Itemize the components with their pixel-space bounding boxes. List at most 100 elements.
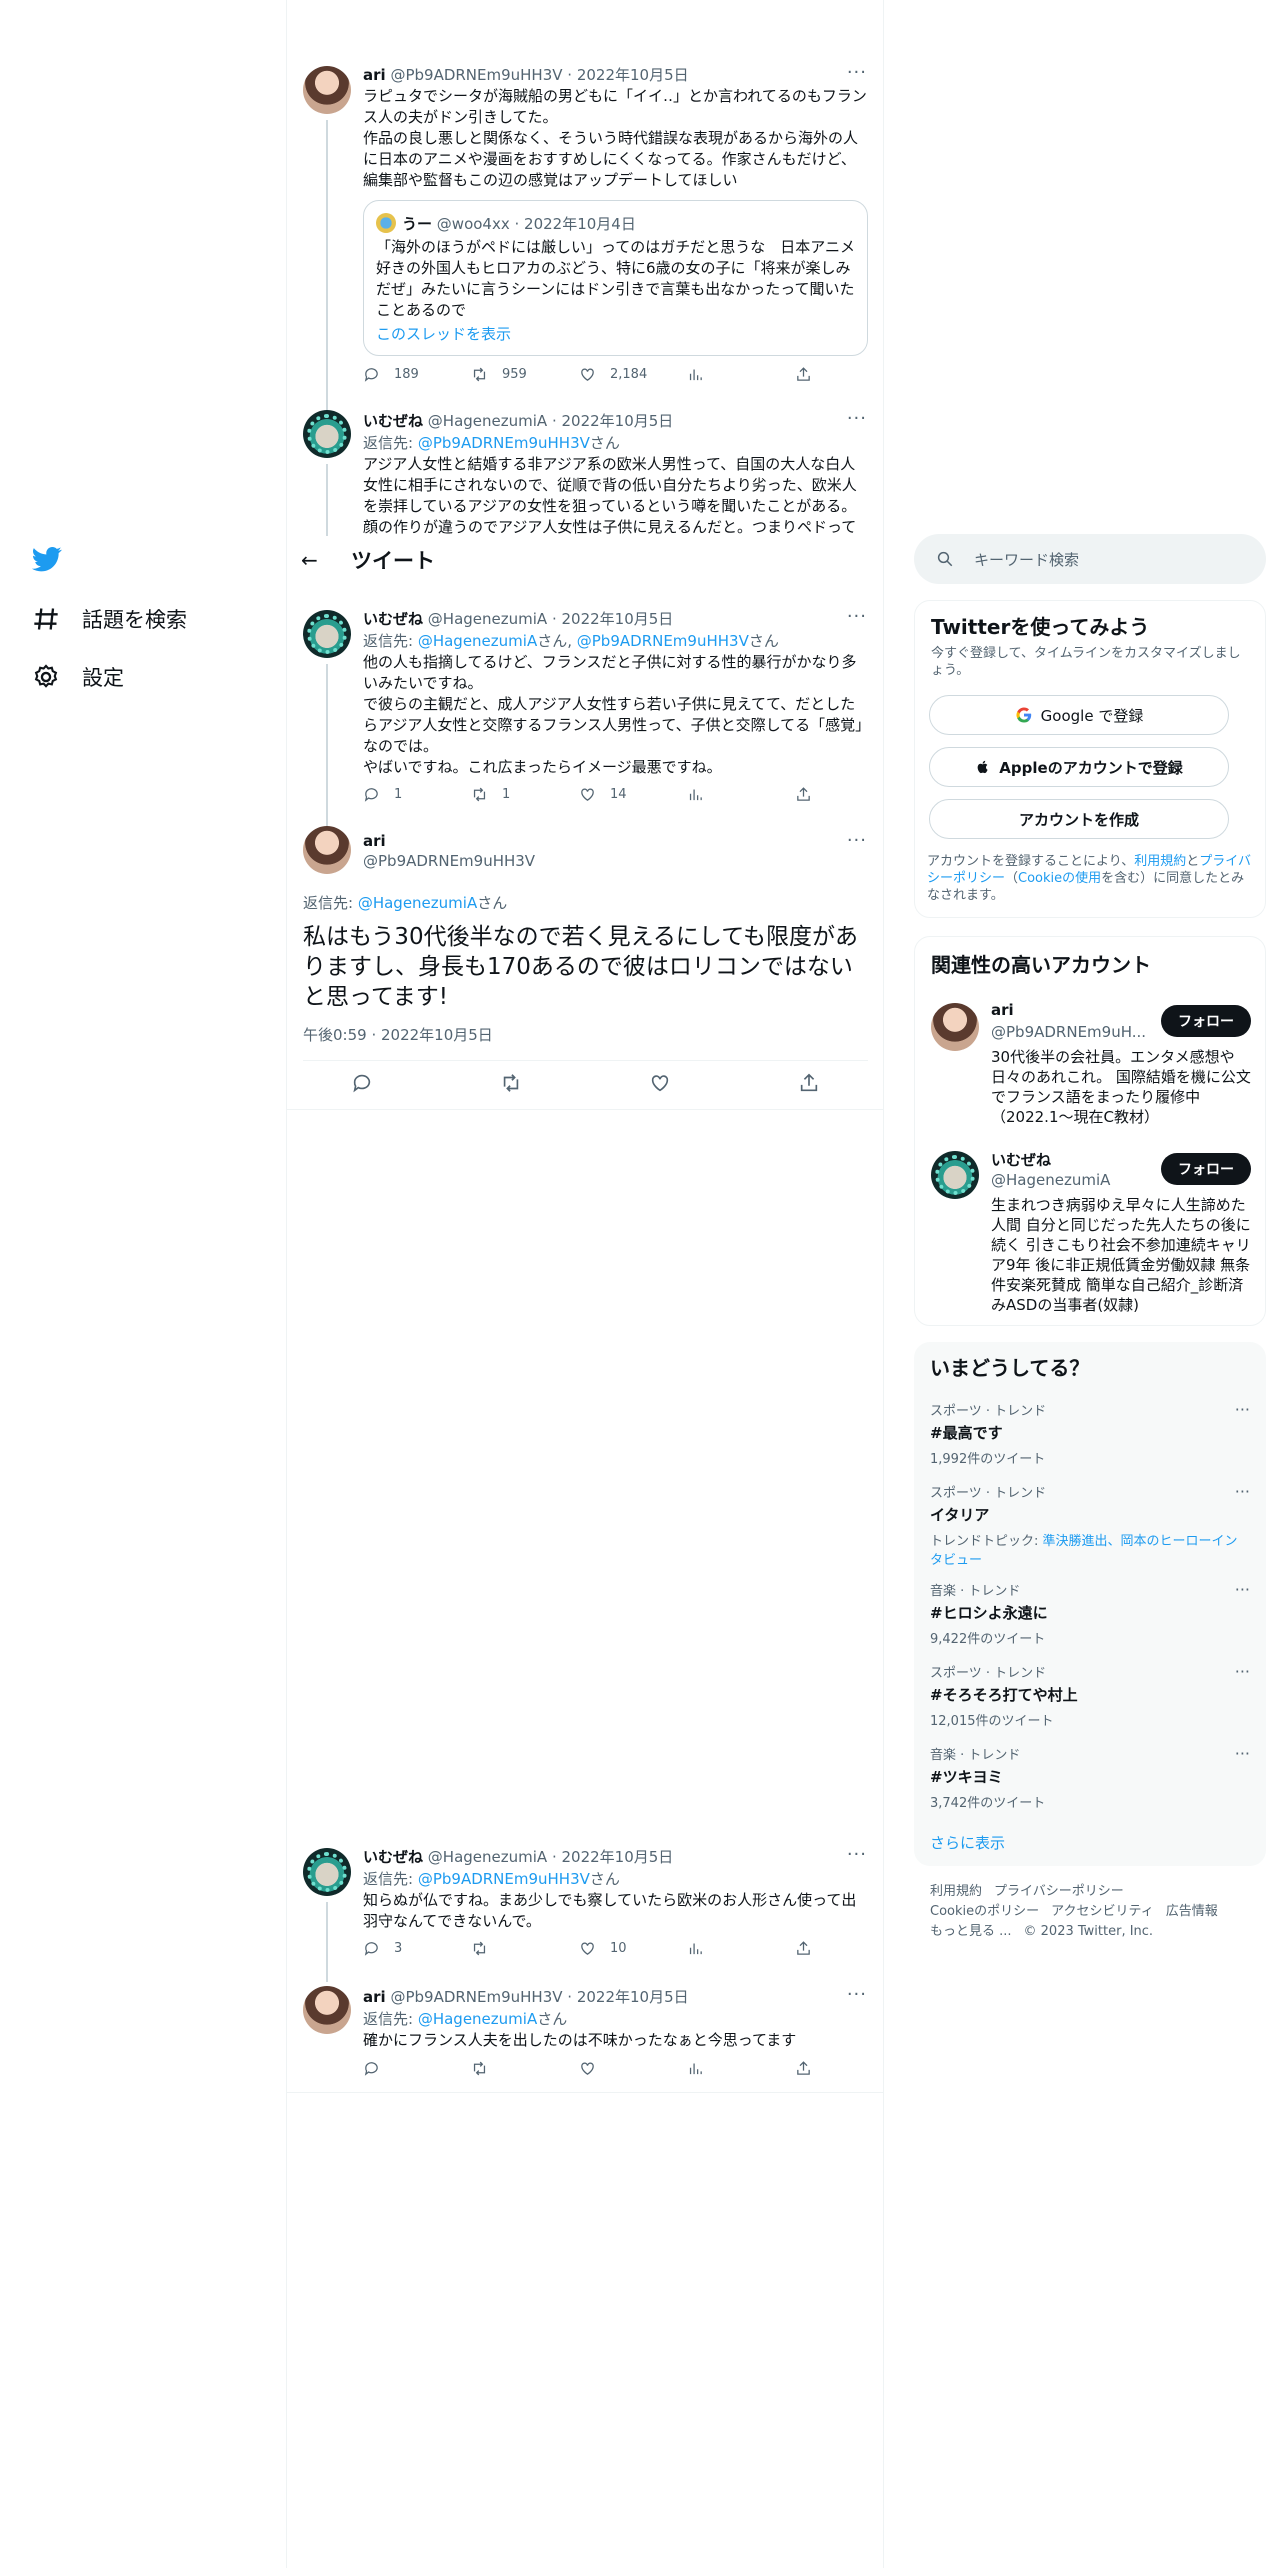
author-name[interactable]: ari bbox=[363, 832, 386, 850]
account-handle[interactable]: @Pb9ADRNEm9uH... bbox=[991, 1023, 1146, 1041]
avatar[interactable] bbox=[303, 66, 351, 114]
reply-icon[interactable] bbox=[351, 1072, 373, 1094]
create-account-button[interactable]: アカウントを作成 bbox=[929, 799, 1229, 839]
reply-button[interactable]: 3 bbox=[363, 1940, 471, 1957]
apple-signup-button[interactable]: Appleのアカウントで登録 bbox=[929, 747, 1229, 787]
author-name[interactable]: いむぜね bbox=[363, 412, 423, 430]
like-button[interactable] bbox=[579, 2060, 687, 2077]
more-icon[interactable]: ··· bbox=[1235, 1580, 1250, 1599]
back-arrow-icon[interactable]: ← bbox=[301, 548, 351, 572]
retweet-button[interactable]: 959 bbox=[471, 366, 579, 383]
show-more-link[interactable]: さらに表示 bbox=[930, 1832, 1005, 1853]
search-input[interactable]: キーワード検索 bbox=[974, 549, 1079, 570]
more-icon[interactable]: ··· bbox=[847, 62, 867, 83]
footer-privacy-link[interactable]: プライバシーポリシー bbox=[994, 1884, 1124, 1899]
avatar[interactable] bbox=[303, 610, 351, 658]
google-signup-button[interactable]: Google で登録 bbox=[929, 695, 1229, 735]
more-icon[interactable]: ··· bbox=[847, 1844, 867, 1865]
cookie-link[interactable]: Cookieの使用 bbox=[1018, 871, 1101, 886]
retweet-button[interactable]: 1 bbox=[471, 786, 579, 803]
footer-cookie-link[interactable]: Cookieのポリシー bbox=[930, 1904, 1039, 1919]
author-handle-date[interactable]: @Pb9ADRNEm9uHH3V · 2022年10月5日 bbox=[390, 66, 688, 84]
show-thread-link[interactable]: このスレッドを表示 bbox=[376, 323, 511, 344]
reply-to-link[interactable]: @HagenezumiA bbox=[418, 632, 537, 650]
reply-to-link[interactable]: @Pb9ADRNEm9uHH3V bbox=[418, 1870, 590, 1888]
more-icon[interactable]: ··· bbox=[1235, 1482, 1250, 1501]
trend-item[interactable]: スポーツ · トレンド #そろそろ打てや村上 12,015件のツイート ··· bbox=[930, 1662, 1250, 1729]
retweet-button[interactable] bbox=[471, 2060, 579, 2077]
reply-to-link[interactable]: @Pb9ADRNEm9uHH3V bbox=[577, 632, 749, 650]
share-icon[interactable] bbox=[798, 1072, 820, 1094]
account-item[interactable]: ari @Pb9ADRNEm9uH... フォロー 30代後半の会社員。エンタメ… bbox=[915, 995, 1267, 1145]
author-handle-date[interactable]: @Pb9ADRNEm9uHH3V · 2022年10月5日 bbox=[390, 1988, 688, 2006]
account-name[interactable]: ari bbox=[991, 1001, 1014, 1019]
nav-settings[interactable]: 設定 bbox=[32, 662, 124, 692]
avatar[interactable] bbox=[303, 826, 351, 874]
footer-accessibility-link[interactable]: アクセシビリティ bbox=[1051, 1904, 1154, 1919]
reply-to-link[interactable]: @Pb9ADRNEm9uHH3V bbox=[418, 434, 590, 452]
more-icon[interactable]: ··· bbox=[847, 408, 867, 429]
heart-icon[interactable] bbox=[649, 1072, 671, 1094]
avatar[interactable] bbox=[303, 1848, 351, 1896]
reply-to-link[interactable]: @HagenezumiA bbox=[418, 2010, 537, 2028]
tweet-item[interactable]: いむぜね @HagenezumiA · 2022年10月5日 ··· 返信先: … bbox=[287, 404, 883, 536]
share-button[interactable] bbox=[795, 366, 903, 383]
account-item[interactable]: いむぜね @HagenezumiA フォロー 生まれつき病弱ゆえ早々に人生諦めた… bbox=[915, 1143, 1267, 1323]
trend-item[interactable]: スポーツ · トレンド イタリア トレンドトピック: 準決勝進出、岡本のヒーロー… bbox=[930, 1482, 1250, 1568]
tweet-item[interactable]: いむぜね @HagenezumiA · 2022年10月5日 ··· 返信先: … bbox=[287, 604, 883, 834]
avatar[interactable] bbox=[931, 1151, 979, 1199]
author-handle-date[interactable]: @HagenezumiA · 2022年10月5日 bbox=[428, 412, 674, 430]
avatar[interactable] bbox=[303, 410, 351, 458]
author-name[interactable]: ari bbox=[363, 1988, 386, 2006]
follow-button[interactable]: フォロー bbox=[1161, 1005, 1251, 1037]
share-button[interactable] bbox=[795, 2060, 903, 2077]
search-box[interactable]: キーワード検索 bbox=[914, 534, 1266, 584]
views-button[interactable] bbox=[687, 366, 795, 383]
more-icon[interactable]: ··· bbox=[1235, 1744, 1250, 1763]
like-button[interactable]: 10 bbox=[579, 1940, 687, 1957]
trend-item[interactable]: 音楽 · トレンド #ツキヨミ 3,742件のツイート ··· bbox=[930, 1744, 1250, 1811]
terms-link[interactable]: 利用規約 bbox=[1134, 854, 1186, 869]
author-handle[interactable]: @Pb9ADRNEm9uHH3V bbox=[363, 852, 535, 870]
views-button[interactable] bbox=[687, 1940, 795, 1957]
tweet-timestamp[interactable]: 午後0:59 · 2022年10月5日 bbox=[303, 1024, 493, 1045]
share-button[interactable] bbox=[795, 1940, 903, 1957]
avatar[interactable] bbox=[931, 1003, 979, 1051]
nav-explore[interactable]: 話題を検索 bbox=[32, 604, 187, 634]
author-name[interactable]: ari bbox=[363, 66, 386, 84]
like-button[interactable]: 14 bbox=[579, 786, 687, 803]
trend-item[interactable]: スポーツ · トレンド #最高です 1,992件のツイート ··· bbox=[930, 1400, 1250, 1467]
reply-to-link[interactable]: @HagenezumiA bbox=[358, 894, 477, 912]
avatar[interactable] bbox=[303, 1986, 351, 2034]
views-button[interactable] bbox=[687, 2060, 795, 2077]
footer-more-link[interactable]: もっと見る ... bbox=[930, 1924, 1012, 1939]
like-button[interactable]: 2,184 bbox=[579, 366, 687, 383]
retweet-icon[interactable] bbox=[500, 1072, 522, 1094]
author-name[interactable]: いむぜね bbox=[363, 610, 423, 628]
views-button[interactable] bbox=[687, 786, 795, 803]
footer-ads-link[interactable]: 広告情報 bbox=[1166, 1904, 1218, 1919]
author-handle-date[interactable]: @HagenezumiA · 2022年10月5日 bbox=[428, 1848, 674, 1866]
quote-tweet[interactable]: うー @woo4xx · 2022年10月4日 「海外のほうがペドには厳しい」っ… bbox=[363, 200, 868, 356]
more-icon[interactable]: ··· bbox=[847, 1984, 867, 2005]
account-name[interactable]: いむぜね bbox=[991, 1149, 1051, 1170]
reply-button[interactable] bbox=[363, 2060, 471, 2077]
tweet-item[interactable]: ari @Pb9ADRNEm9uHH3V · 2022年10月5日 ··· 返信… bbox=[287, 1982, 883, 2094]
more-icon[interactable]: ··· bbox=[847, 606, 867, 627]
trend-item[interactable]: 音楽 · トレンド #ヒロシよ永遠に 9,422件のツイート ··· bbox=[930, 1580, 1250, 1647]
tweet-item[interactable]: ari @Pb9ADRNEm9uHH3V · 2022年10月5日 ··· ラピ… bbox=[287, 60, 883, 410]
more-icon[interactable]: ··· bbox=[847, 830, 867, 851]
share-button[interactable] bbox=[795, 786, 903, 803]
author-handle-date[interactable]: @HagenezumiA · 2022年10月5日 bbox=[428, 610, 674, 628]
account-handle[interactable]: @HagenezumiA bbox=[991, 1171, 1110, 1189]
more-icon[interactable]: ··· bbox=[1235, 1662, 1250, 1681]
reply-button[interactable]: 1 bbox=[363, 786, 471, 803]
footer-terms-link[interactable]: 利用規約 bbox=[930, 1884, 982, 1899]
follow-button[interactable]: フォロー bbox=[1161, 1153, 1251, 1185]
tweet-item[interactable]: いむぜね @HagenezumiA · 2022年10月5日 ··· 返信先: … bbox=[287, 1842, 883, 1982]
retweet-button[interactable] bbox=[471, 1940, 579, 1957]
twitter-logo-icon[interactable] bbox=[31, 544, 66, 578]
reply-button[interactable]: 189 bbox=[363, 366, 471, 383]
author-name[interactable]: いむぜね bbox=[363, 1848, 423, 1866]
more-icon[interactable]: ··· bbox=[1235, 1400, 1250, 1419]
